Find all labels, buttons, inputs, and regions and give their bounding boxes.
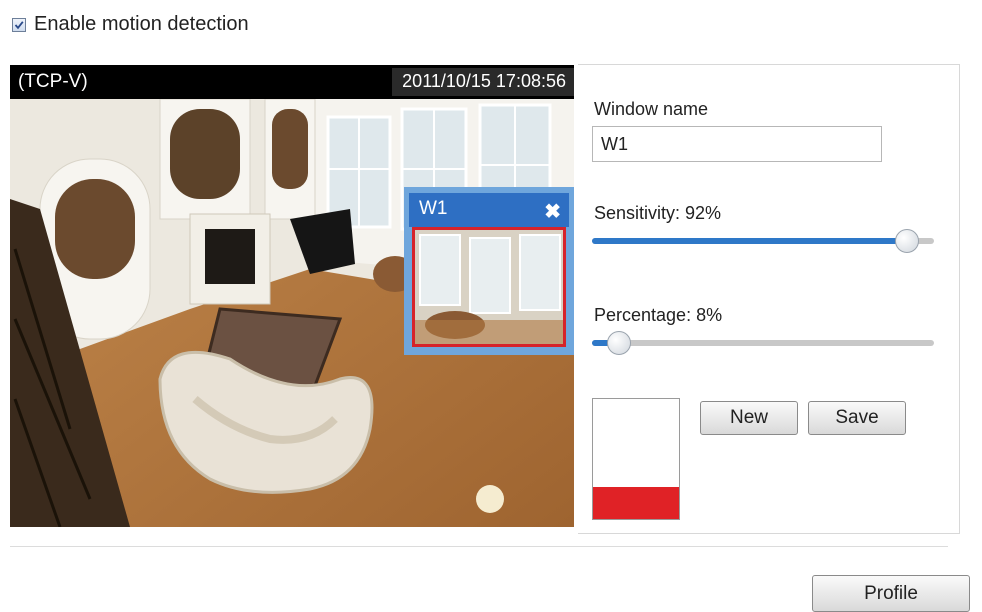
percentage-label: Percentage: 8% — [594, 305, 723, 325]
motion-settings-panel: Window name Sensitivity: 92% Percentage:… — [578, 64, 960, 534]
motion-window-name: W1 — [419, 198, 448, 219]
new-window-button[interactable]: New — [700, 401, 798, 435]
close-icon[interactable]: ✖ — [544, 199, 561, 224]
motion-detection-window[interactable]: W1 ✖ — [404, 187, 574, 355]
sensitivity-slider-handle[interactable] — [894, 229, 919, 253]
enable-motion-checkbox[interactable] — [12, 17, 26, 32]
checkmark-icon — [14, 20, 24, 29]
motion-activity-meter — [592, 398, 680, 520]
video-timestamp: 2011/10/15 17:08:56 — [392, 68, 574, 96]
percentage-slider[interactable] — [592, 331, 934, 355]
sensitivity-slider[interactable] — [592, 229, 934, 253]
stream-protocol-label: (TCP-V) — [18, 71, 88, 92]
profile-button[interactable]: Profile — [812, 575, 970, 612]
motion-window-area[interactable] — [412, 227, 566, 347]
window-name-input[interactable] — [592, 126, 882, 162]
motion-window-titlebar[interactable]: W1 ✖ — [409, 193, 569, 227]
motion-activity-level — [593, 486, 679, 519]
percentage-track — [592, 340, 934, 346]
save-button[interactable]: Save — [808, 401, 906, 435]
enable-motion-label: Enable motion detection — [34, 13, 249, 35]
sensitivity-label: Sensitivity: 92% — [594, 203, 722, 223]
sensitivity-fill — [592, 238, 907, 244]
enable-motion-detection-row[interactable]: Enable motion detection — [12, 13, 249, 36]
window-name-label: Window name — [594, 99, 709, 119]
motion-window-preview-image — [415, 230, 563, 344]
video-caption-bar: (TCP-V) 2011/10/15 17:08:56 — [10, 65, 574, 99]
percentage-slider-handle[interactable] — [607, 331, 632, 355]
section-divider — [10, 546, 948, 547]
